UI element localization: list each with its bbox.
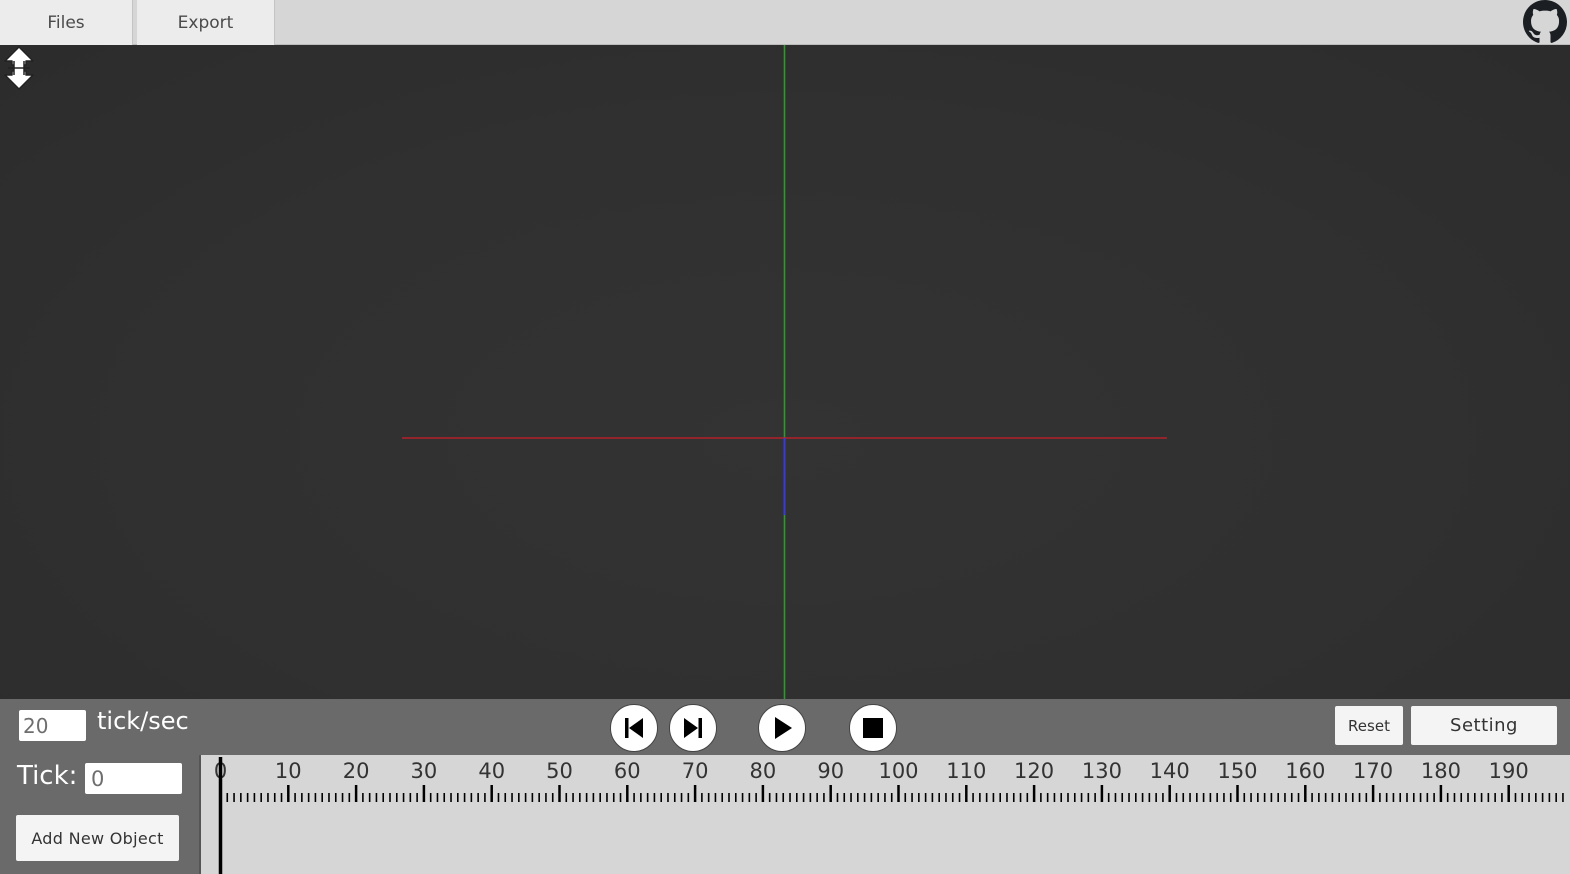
ruler-tick-label: 90 (817, 759, 844, 783)
collapse-vertical-icon[interactable] (0, 45, 38, 91)
ruler-tick-label: 70 (682, 759, 709, 783)
skip-back-icon (625, 718, 643, 738)
ruler-tick-label: 110 (946, 759, 986, 783)
ruler-tick-label: 30 (411, 759, 438, 783)
export-menu-tab[interactable]: Export (137, 0, 275, 45)
play-button[interactable] (758, 704, 806, 752)
ruler-tick-label: 180 (1421, 759, 1461, 783)
3d-viewport[interactable] (0, 45, 1570, 699)
ruler-tick-label: 10 (275, 759, 302, 783)
github-icon[interactable] (1522, 0, 1568, 44)
tick-label: Tick: (17, 761, 78, 791)
ticks-per-second-input[interactable] (19, 710, 86, 741)
stop-icon (863, 718, 883, 738)
skip-forward-icon (684, 718, 702, 738)
top-menu-bar: Files Export (0, 0, 1570, 45)
timeline-side-panel: Tick: Add New Object (0, 755, 199, 874)
ruler-tick-label: 40 (478, 759, 505, 783)
add-new-object-button[interactable]: Add New Object (16, 815, 179, 861)
ruler-tick-label: 80 (750, 759, 777, 783)
play-icon (775, 717, 792, 739)
timeline[interactable]: 0102030405060708090100110120130140150160… (199, 755, 1570, 874)
ruler-tick-label: 20 (343, 759, 370, 783)
ruler-tick-label: 190 (1489, 759, 1529, 783)
ruler-tick-label: 130 (1082, 759, 1122, 783)
ruler-tick-label: 60 (614, 759, 641, 783)
axes-gizmo (402, 45, 1167, 699)
skip-forward-button[interactable] (669, 704, 717, 752)
timeline-ruler[interactable]: 0102030405060708090100110120130140150160… (201, 755, 1570, 874)
ruler-tick-label: 120 (1014, 759, 1054, 783)
ruler-tick-label: 160 (1285, 759, 1325, 783)
playback-control-bar: tick/sec Reset Setting (0, 699, 1570, 755)
setting-button[interactable]: Setting (1411, 706, 1557, 745)
ruler-tick-label: 170 (1353, 759, 1393, 783)
tick-input[interactable] (85, 763, 182, 794)
stop-button[interactable] (849, 704, 897, 752)
skip-back-button[interactable] (610, 704, 658, 752)
ruler-tick-label: 50 (546, 759, 573, 783)
ruler-tick-label: 150 (1217, 759, 1257, 783)
ruler-tick-label: 140 (1150, 759, 1190, 783)
files-menu-tab[interactable]: Files (0, 0, 133, 45)
ruler-tick-label: 100 (878, 759, 918, 783)
reset-button[interactable]: Reset (1335, 706, 1403, 745)
ticks-per-second-label: tick/sec (97, 707, 189, 735)
